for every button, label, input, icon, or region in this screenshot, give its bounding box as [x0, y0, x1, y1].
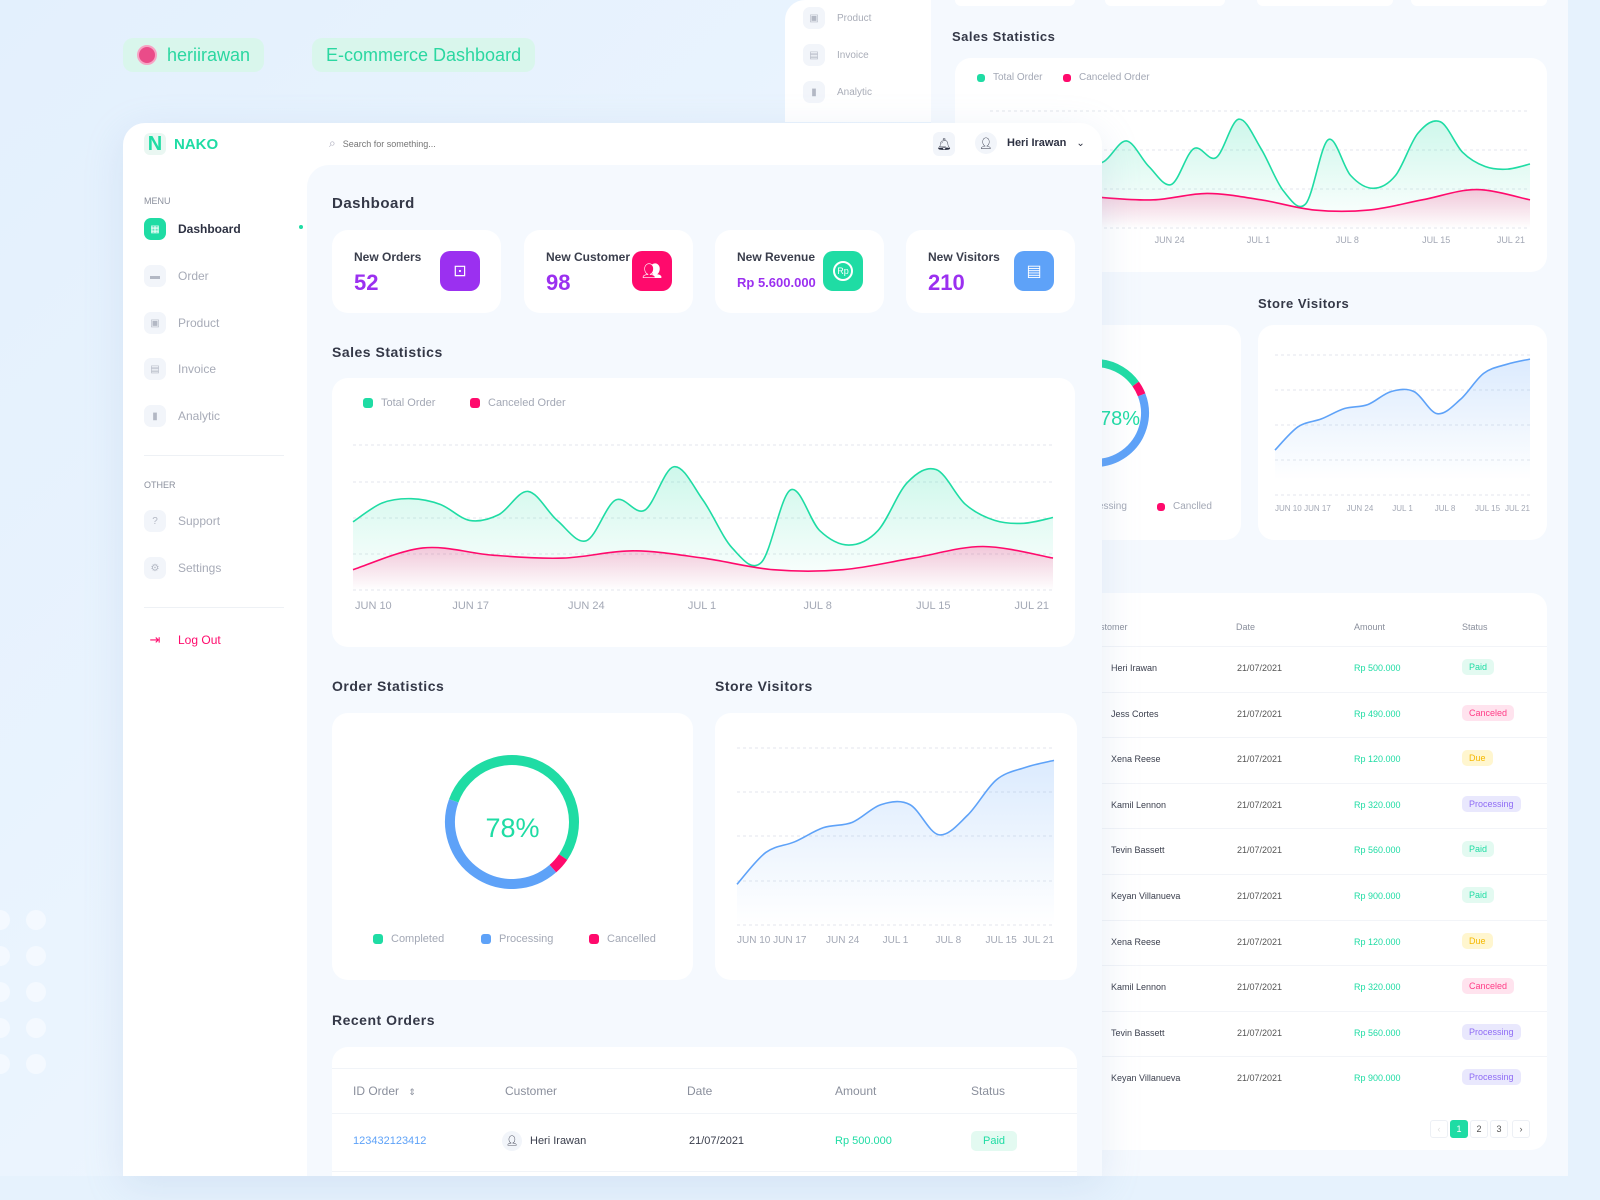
x-tick-label: JUL 21: [1014, 600, 1049, 612]
x-tick-label: JUL 15: [916, 600, 951, 612]
order-donut-slice-cancelled: [549, 854, 568, 873]
x-tick-label: JUN 24: [825, 935, 860, 946]
x-tick-label: JUL 8: [803, 600, 832, 612]
visitors-area: [737, 760, 1054, 925]
x-tick-label: JUN 17: [773, 935, 807, 946]
x-tick-label: JUN 10: [737, 935, 771, 946]
front-charts: [352, 444, 1055, 926]
x-tick-label: JUL 21: [1022, 935, 1054, 946]
x-tick-label: JUL 15: [985, 935, 1017, 946]
x-tick-label: JUL 1: [687, 600, 717, 612]
x-tick-label: JUN 17: [452, 600, 489, 612]
x-tick-label: JUN 24: [567, 600, 605, 612]
x-tick-label: JUN 10: [355, 600, 392, 612]
x-tick-label: JUL 1: [882, 935, 909, 946]
order-donut-slice-completed: [449, 755, 579, 860]
x-tick-label: JUL 8: [935, 935, 962, 946]
showcase-canvas: heriirawan E-commerce Dashboard ▣ Product…: [0, 0, 1568, 1176]
order-donut-slice-processing: [445, 799, 557, 889]
